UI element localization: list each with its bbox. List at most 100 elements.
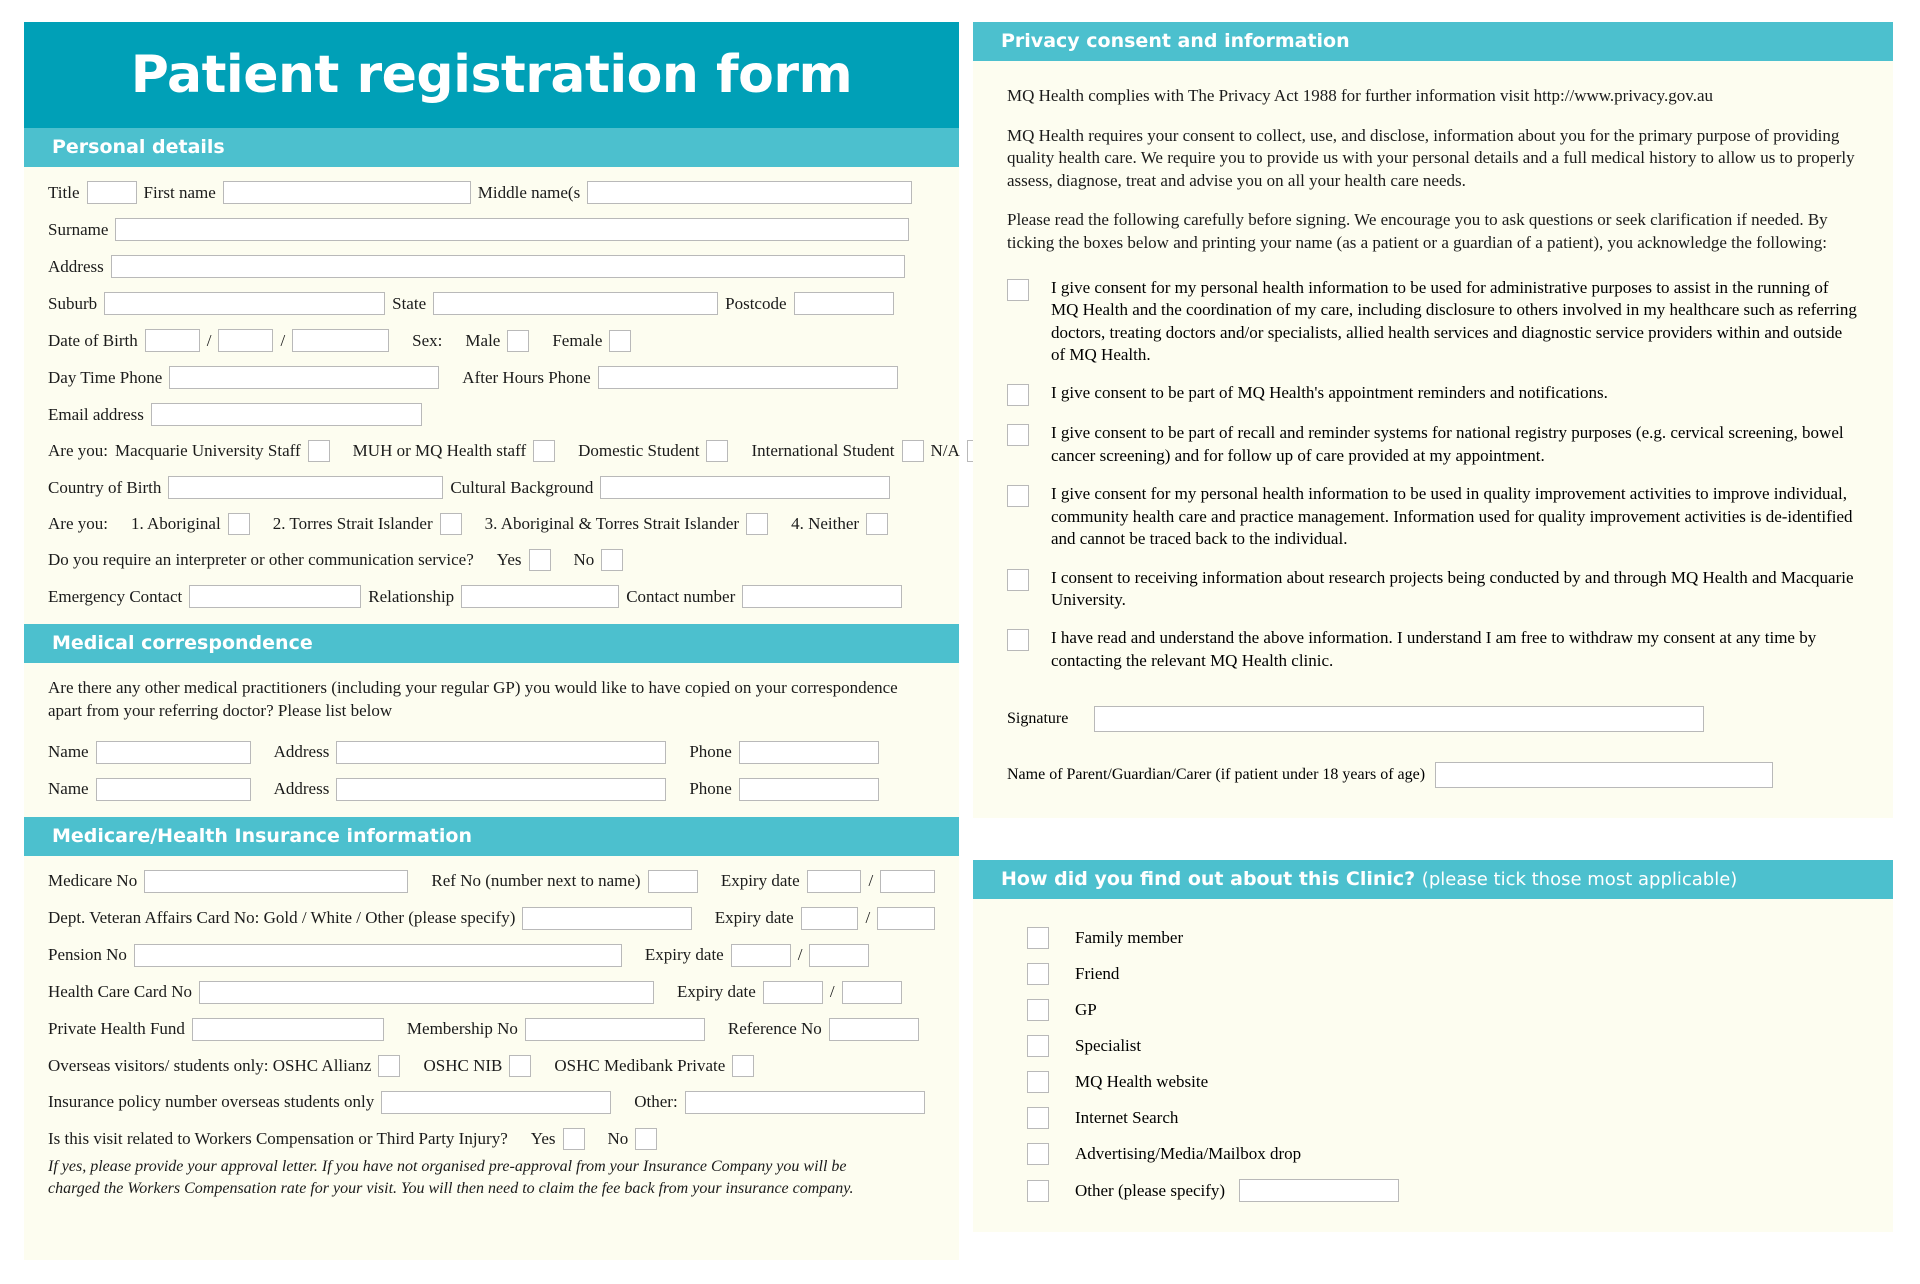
option-label: Friend — [1075, 964, 1120, 984]
checkbox-interpreter-yes[interactable] — [528, 549, 551, 571]
checkbox-consent-acknowledgement[interactable] — [1007, 629, 1029, 652]
input-health-card-expiry-year[interactable] — [841, 980, 902, 1004]
input-private-health-fund[interactable] — [191, 1017, 384, 1041]
checkbox-mq-staff[interactable] — [307, 440, 330, 462]
checkbox-international-student[interactable] — [901, 440, 924, 462]
patient-registration-form: Patient registration form Personal detai… — [0, 0, 1920, 1284]
checkbox-gp[interactable] — [1027, 999, 1049, 1022]
checkbox-workers-comp-no[interactable] — [635, 1127, 658, 1150]
checkbox-consent-administrative[interactable] — [1007, 278, 1029, 301]
row-private-health-fund: Private Health Fund Membership No Refere… — [48, 1017, 935, 1041]
label-health-card-expiry: Expiry date — [676, 982, 756, 1002]
checkbox-advertising[interactable] — [1027, 1143, 1049, 1166]
checkbox-neither[interactable] — [866, 513, 889, 535]
input-dob-year[interactable] — [292, 329, 390, 352]
checkbox-workers-comp-yes[interactable] — [562, 1127, 585, 1150]
section-header-find-out: How did you find out about this Clinic? … — [973, 860, 1893, 900]
input-practitioner-phone-1[interactable] — [738, 740, 879, 764]
checkbox-aboriginal[interactable] — [227, 513, 250, 535]
input-practitioner-name-1[interactable] — [95, 740, 251, 764]
input-dva[interactable] — [522, 906, 692, 930]
label-relationship: Relationship — [368, 586, 455, 606]
row-affiliation: Are you: Macquarie University Staff MUH … — [48, 440, 989, 462]
checkbox-oshc-allianz[interactable] — [378, 1054, 401, 1077]
input-surname[interactable] — [115, 218, 910, 241]
input-cultural-background[interactable] — [600, 476, 891, 499]
medicare-expiry-slash: / — [868, 871, 874, 891]
input-state[interactable] — [433, 292, 719, 315]
checkbox-male[interactable] — [507, 329, 530, 352]
workers-comp-disclaimer: If yes, please provide your approval let… — [48, 1157, 854, 1198]
consent-item: I give consent for my personal health in… — [1007, 483, 1859, 550]
input-practitioner-name-2[interactable] — [95, 777, 251, 801]
input-health-care-card[interactable] — [198, 980, 654, 1004]
option-label: Family member — [1075, 928, 1184, 948]
checkbox-internet-search[interactable] — [1027, 1107, 1049, 1130]
input-middle-names[interactable] — [587, 181, 913, 204]
input-membership-no[interactable] — [524, 1017, 705, 1041]
checkbox-muh-staff[interactable] — [533, 440, 556, 462]
input-health-card-expiry-month[interactable] — [762, 980, 823, 1004]
input-email-address[interactable] — [150, 403, 422, 426]
label-ref-no: Ref No (number next to name) — [431, 871, 641, 891]
input-dva-expiry-year[interactable] — [877, 906, 935, 930]
input-country-of-birth[interactable] — [168, 476, 444, 499]
input-postcode[interactable] — [793, 292, 894, 315]
checkbox-aboriginal-and-torres[interactable] — [746, 513, 769, 535]
checkbox-oshc-nib[interactable] — [509, 1054, 532, 1077]
input-relationship[interactable] — [461, 585, 620, 608]
checkbox-family-member[interactable] — [1027, 927, 1049, 950]
checkbox-torres-strait-islander[interactable] — [439, 513, 462, 535]
input-suburb[interactable] — [104, 292, 386, 315]
checkbox-other[interactable] — [1027, 1179, 1049, 1202]
label-postcode: Postcode — [725, 293, 787, 313]
input-medicare-expiry-month[interactable] — [806, 869, 862, 893]
input-pension-expiry-month[interactable] — [730, 943, 791, 967]
input-medicare-no[interactable] — [144, 869, 409, 893]
checkbox-specialist[interactable] — [1027, 1035, 1049, 1058]
input-medicare-expiry-year[interactable] — [880, 869, 935, 893]
checkbox-consent-registry[interactable] — [1007, 424, 1029, 447]
input-ref-no[interactable] — [647, 869, 698, 893]
input-day-time-phone[interactable] — [169, 366, 440, 389]
consent-item: I have read and understand the above inf… — [1007, 627, 1859, 672]
checkbox-friend[interactable] — [1027, 963, 1049, 986]
checkbox-domestic-student[interactable] — [706, 440, 729, 462]
checkbox-female[interactable] — [609, 329, 632, 352]
input-guardian-name[interactable] — [1435, 762, 1774, 789]
checkbox-consent-research[interactable] — [1007, 568, 1029, 591]
health-card-expiry-slash: / — [829, 982, 835, 1002]
checkbox-consent-reminders[interactable] — [1007, 384, 1029, 407]
input-emergency-contact[interactable] — [189, 585, 362, 608]
section-header-medical-correspondence: Medical correspondence — [24, 624, 959, 663]
input-title[interactable] — [86, 181, 137, 204]
label-country-of-birth: Country of Birth — [48, 477, 162, 497]
option-label: Specialist — [1075, 1036, 1142, 1056]
label-interpreter-question: Do you require an interpreter or other c… — [48, 550, 474, 569]
input-pension-no[interactable] — [133, 943, 622, 967]
label-torres-strait-islander: 2. Torres Strait Islander — [272, 514, 433, 533]
input-dob-month[interactable] — [218, 329, 274, 352]
checkbox-interpreter-no[interactable] — [601, 549, 624, 571]
input-dva-expiry-month[interactable] — [800, 906, 859, 930]
input-contact-number[interactable] — [742, 585, 903, 608]
input-other-specify[interactable] — [1239, 1179, 1400, 1203]
list-item: Other (please specify) — [1007, 1179, 1859, 1203]
section-header-personal-details: Personal details — [24, 128, 959, 167]
input-signature[interactable] — [1094, 706, 1705, 733]
input-after-hours-phone[interactable] — [597, 366, 898, 389]
input-first-name[interactable] — [222, 181, 471, 204]
input-address[interactable] — [110, 255, 905, 278]
input-policy-other[interactable] — [684, 1090, 925, 1114]
input-dob-day[interactable] — [144, 329, 200, 352]
label-suburb: Suburb — [48, 293, 98, 313]
input-pension-expiry-year[interactable] — [809, 943, 870, 967]
input-policy-number[interactable] — [381, 1090, 612, 1114]
input-practitioner-phone-2[interactable] — [738, 777, 879, 801]
input-reference-no[interactable] — [828, 1017, 919, 1041]
checkbox-consent-quality-improvement[interactable] — [1007, 485, 1029, 508]
checkbox-mq-health-website[interactable] — [1027, 1071, 1049, 1094]
input-practitioner-address-2[interactable] — [336, 777, 667, 801]
input-practitioner-address-1[interactable] — [336, 740, 667, 764]
checkbox-oshc-medibank[interactable] — [732, 1054, 755, 1077]
